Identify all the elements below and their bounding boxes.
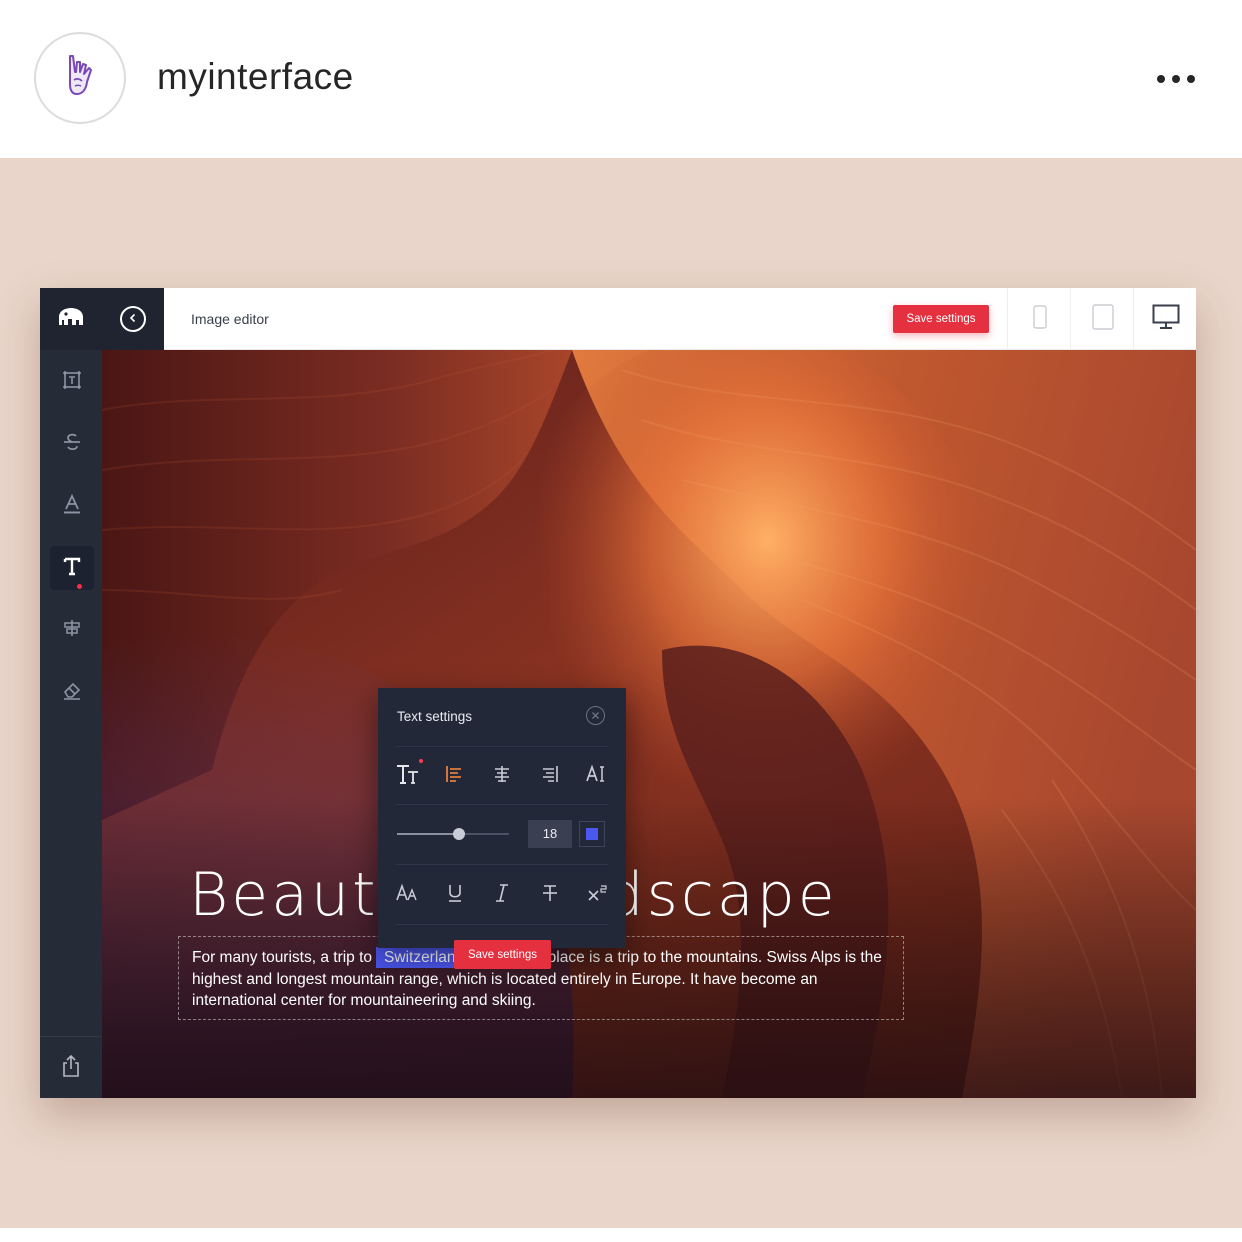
letter-spacing-icon xyxy=(585,763,607,789)
device-tablet-button[interactable] xyxy=(1070,288,1135,350)
slider-fill xyxy=(397,833,459,835)
device-desktop-button[interactable] xyxy=(1133,288,1196,350)
sidebar-tool-frame[interactable] xyxy=(50,360,94,404)
more-options-button[interactable] xyxy=(1150,62,1202,96)
close-icon xyxy=(591,710,600,722)
align-center-icon xyxy=(492,764,512,789)
share-icon xyxy=(60,1054,82,1083)
letter-spacing-button[interactable] xyxy=(582,762,610,790)
align-center-icon xyxy=(61,617,83,644)
close-panel-button[interactable] xyxy=(586,706,605,725)
panel-divider xyxy=(396,746,608,747)
strikethrough-button[interactable] xyxy=(536,881,564,909)
sidebar-tool-text[interactable] xyxy=(50,546,94,590)
align-left-button[interactable] xyxy=(440,762,468,790)
device-phone-button[interactable] xyxy=(1007,288,1072,350)
export-button[interactable] xyxy=(40,1036,102,1098)
align-right-icon xyxy=(540,764,560,789)
case-button[interactable] xyxy=(394,881,422,909)
sidebar-tool-text-color[interactable] xyxy=(50,484,94,528)
sidebar-tool-strikethrough[interactable] xyxy=(50,422,94,466)
eraser-icon xyxy=(61,679,83,706)
underline-icon xyxy=(446,883,464,908)
post-footer xyxy=(0,1228,1242,1242)
text-settings-panel: Text settings 18 Save settings xyxy=(378,688,626,969)
editor-logo[interactable] xyxy=(40,288,102,350)
italic-button[interactable] xyxy=(488,881,516,909)
align-center-button[interactable] xyxy=(488,762,516,790)
case-icon xyxy=(396,883,420,908)
frame-icon xyxy=(61,369,83,396)
tablet-icon xyxy=(1092,303,1114,335)
strikethrough-icon xyxy=(540,883,560,908)
superscript-icon xyxy=(586,883,608,908)
post-header: myinterface xyxy=(0,0,1242,158)
canvas-photo[interactable]: Beautiful landscape For many tourists, a… xyxy=(102,350,1196,1098)
username[interactable]: myinterface xyxy=(157,56,354,98)
panel-divider xyxy=(396,924,608,925)
editor-sidebar xyxy=(40,288,102,1098)
underline-button[interactable] xyxy=(441,881,469,909)
font-size-indicator xyxy=(419,759,423,763)
panel-divider xyxy=(396,804,608,805)
rock-hand-icon xyxy=(65,52,95,105)
panel-divider xyxy=(396,864,608,865)
italic-icon xyxy=(493,883,511,908)
editor-topbar: Image editor Save settings xyxy=(164,288,1196,350)
color-swatch-fill xyxy=(586,828,598,840)
font-size-button[interactable] xyxy=(394,762,422,790)
profile-avatar[interactable] xyxy=(34,32,126,124)
desktop-icon xyxy=(1152,304,1180,335)
phone-icon xyxy=(1033,304,1047,334)
editor-title: Image editor xyxy=(191,311,269,327)
save-settings-button[interactable]: Save settings xyxy=(893,305,989,333)
text-icon xyxy=(61,555,83,582)
font-size-slider[interactable] xyxy=(397,828,509,840)
sidebar-tool-eraser[interactable] xyxy=(50,670,94,714)
image-editor-mockup: Image editor Save settings Beautiful lan… xyxy=(40,288,1196,1098)
chevron-left-icon xyxy=(128,310,138,328)
text-settings-title: Text settings xyxy=(397,709,473,724)
font-size-field[interactable]: 18 xyxy=(528,820,572,848)
panel-save-settings-button[interactable]: Save settings xyxy=(454,940,551,969)
strikethrough-icon xyxy=(61,431,83,458)
font-size-icon xyxy=(395,763,421,790)
slider-knob[interactable] xyxy=(452,828,465,840)
back-button[interactable] xyxy=(102,288,164,350)
elephant-logo-icon xyxy=(57,307,85,332)
align-right-button[interactable] xyxy=(536,762,564,790)
text-color-swatch[interactable] xyxy=(579,821,605,847)
sidebar-tool-align[interactable] xyxy=(50,608,94,652)
text-color-icon xyxy=(61,493,83,520)
active-tool-indicator xyxy=(77,584,82,589)
superscript-button[interactable] xyxy=(583,881,611,909)
paragraph-before: For many tourists, a trip to xyxy=(192,949,373,966)
more-horizontal-icon xyxy=(1157,75,1195,83)
back-button-circle xyxy=(120,306,146,332)
align-left-icon xyxy=(444,764,464,789)
